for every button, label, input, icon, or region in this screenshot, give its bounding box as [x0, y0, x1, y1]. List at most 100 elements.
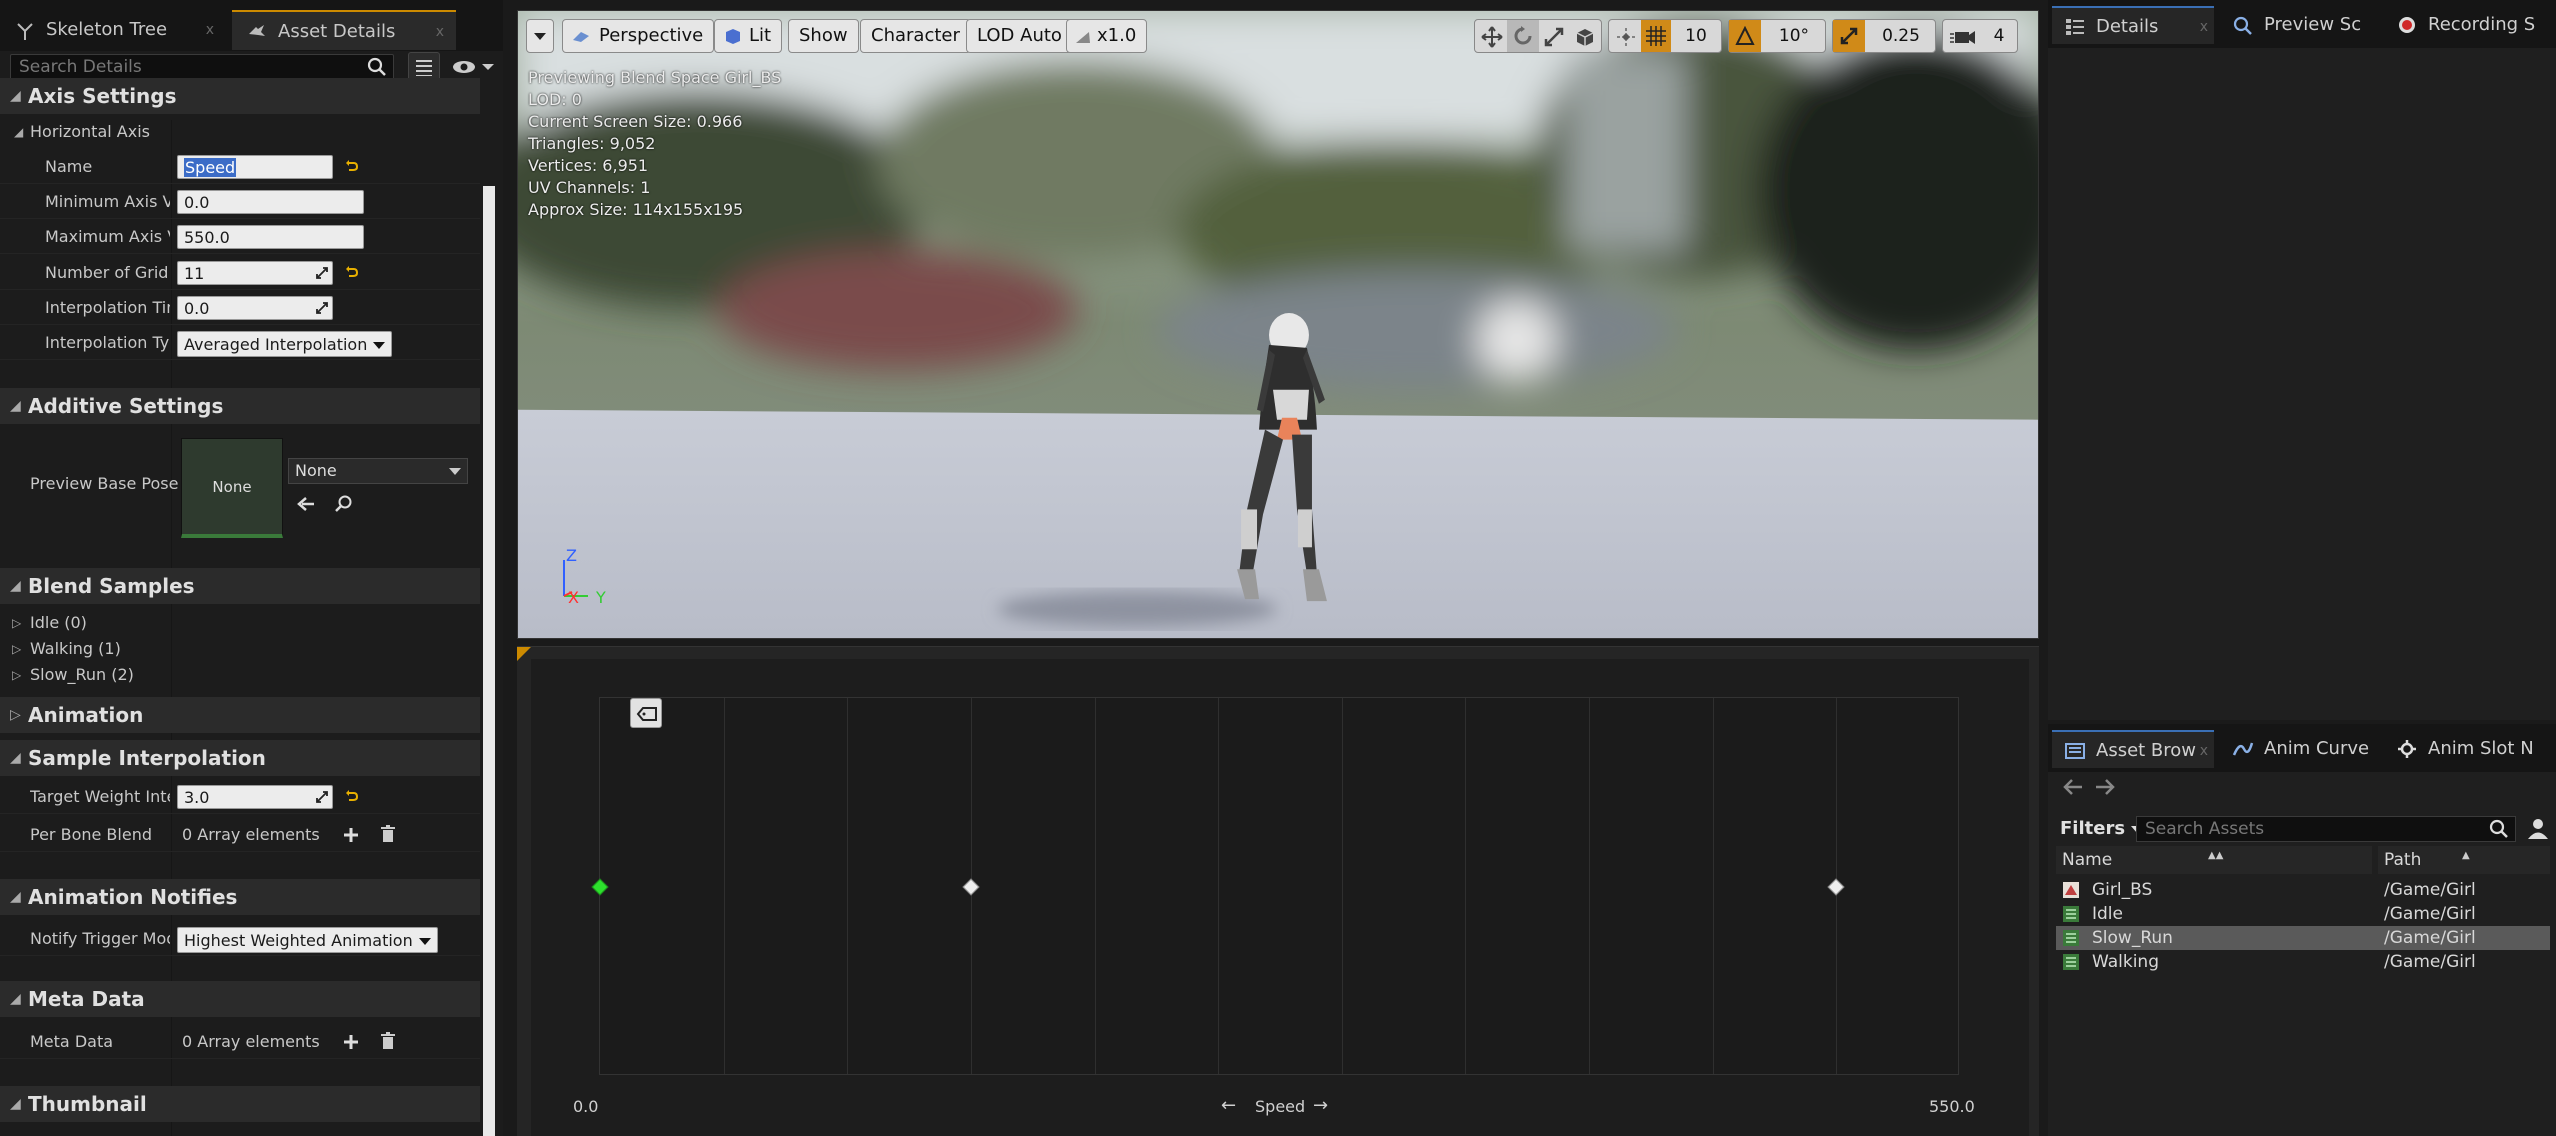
trash-icon[interactable] [380, 1032, 396, 1050]
details-scrollbar[interactable] [483, 186, 495, 1136]
animation-notifies-header[interactable]: ◢ Animation Notifies [0, 879, 480, 915]
interp-type-dropdown[interactable]: Averaged Interpolation [177, 331, 393, 357]
rotation-snap-toggle[interactable] [1729, 20, 1761, 52]
lit-button[interactable]: Lit [714, 19, 783, 53]
show-tooltips-button[interactable] [630, 698, 662, 728]
tab-preview-scene[interactable]: Preview Sc [2220, 6, 2380, 44]
grid-divisions-field[interactable]: 11 [177, 261, 333, 285]
camera-speed-text: 4 [1993, 26, 2005, 46]
sample-interpolation-header[interactable]: ◢ Sample Interpolation [0, 740, 480, 776]
asset-path: /Game/Girl [2384, 928, 2476, 948]
column-header-path[interactable]: Path ▲ [2378, 846, 2550, 874]
thumbnail-header[interactable]: ◢ Thumbnail [0, 1086, 480, 1122]
add-element-icon[interactable] [342, 1033, 360, 1051]
trash-icon[interactable] [380, 825, 396, 843]
search-details-input[interactable]: Search Details [10, 54, 394, 80]
use-selected-arrow-icon[interactable] [296, 494, 316, 514]
lit-cube-icon [726, 29, 740, 44]
interp-type-row: Interpolation Type Averaged Interpolatio… [0, 326, 480, 360]
drag-spinner-icon[interactable] [315, 790, 329, 804]
grid-line [1589, 698, 1590, 1074]
blend-sample-point[interactable] [1827, 878, 1845, 896]
sample-label: Walking (1) [30, 639, 121, 658]
grid-snap-value[interactable]: 10 [1673, 20, 1719, 52]
notify-trigger-dropdown[interactable]: Highest Weighted Animation [177, 927, 438, 953]
camera-speed-group[interactable]: 4 [1942, 19, 2018, 53]
reset-to-default-icon[interactable] [344, 788, 360, 804]
playback-speed-button[interactable]: x1.0 [1066, 19, 1148, 53]
view-options-button[interactable] [448, 54, 498, 80]
axis-right-arrow: → [1313, 1095, 1329, 1116]
add-element-icon[interactable] [342, 826, 360, 844]
drag-spinner-icon[interactable] [315, 301, 329, 315]
reset-to-default-icon[interactable] [344, 158, 360, 174]
scale-snap-toggle[interactable] [1833, 20, 1865, 52]
back-arrow-icon[interactable] [2062, 776, 2084, 798]
tab-details[interactable]: Details x [2052, 6, 2214, 44]
tab-recording-settings[interactable]: Recording S [2384, 6, 2552, 44]
blend-sample-item[interactable]: ▷ Slow_Run (2) [0, 662, 480, 688]
show-button[interactable]: Show [788, 19, 859, 53]
min-axis-field[interactable]: 0.0 [177, 190, 364, 214]
blend-samples-header[interactable]: ◢ Blend Samples [0, 568, 480, 604]
search-assets-input[interactable]: Search Assets [2136, 816, 2516, 842]
max-axis-field[interactable]: 550.0 [177, 225, 364, 249]
blend-sample-point[interactable] [962, 878, 980, 896]
column-header-name[interactable]: Name ▲▲ [2056, 846, 2372, 874]
target-weight-row: Target Weight Interp 3.0 [0, 780, 480, 814]
scale-tool-icon[interactable] [1543, 26, 1565, 48]
asset-thumbnail[interactable]: None [181, 438, 283, 538]
blend-space-canvas[interactable]: 0.0 550.0 ← Speed → [531, 659, 2029, 1136]
tab-asset-details[interactable]: Asset Details x [232, 10, 456, 50]
user-icon[interactable] [2526, 816, 2550, 840]
viewport-options-button[interactable] [526, 19, 554, 53]
reset-to-default-icon[interactable] [344, 264, 360, 280]
panel-corner-marker [517, 647, 531, 661]
blend-sample-point[interactable] [591, 878, 609, 896]
rotation-snap-value[interactable]: 10° [1765, 20, 1823, 52]
forward-arrow-icon[interactable] [2094, 776, 2116, 798]
surface-snap-icon[interactable] [1615, 26, 1637, 48]
blend-space-grid[interactable] [591, 697, 1959, 1075]
asset-row-selected[interactable]: Slow_Run /Game/Girl [2056, 926, 2550, 950]
tab-anim-slot-manager[interactable]: Anim Slot N [2384, 730, 2552, 768]
asset-picker-dropdown[interactable]: None [288, 458, 468, 484]
asset-path: /Game/Girl [2384, 880, 2476, 900]
asset-row[interactable]: Walking /Game/Girl [2056, 950, 2550, 974]
axis-name-field[interactable]: Speed [177, 155, 333, 179]
rotate-tool-button[interactable] [1507, 20, 1539, 52]
filters-button[interactable]: Filters [2060, 816, 2145, 842]
axis-settings-header[interactable]: ◢ Axis Settings [0, 78, 480, 114]
grid-snap-toggle[interactable] [1641, 20, 1671, 52]
tab-close-icon[interactable]: x [206, 10, 214, 50]
browse-search-icon[interactable] [334, 494, 354, 514]
stat-line: UV Channels: 1 [528, 178, 651, 197]
grid-line [1713, 698, 1714, 1074]
perspective-button[interactable]: Perspective [562, 19, 715, 53]
tab-close-icon[interactable]: x [436, 12, 444, 52]
move-tool-icon[interactable] [1481, 26, 1503, 48]
asset-row[interactable]: Girl_BS /Game/Girl [2056, 878, 2550, 902]
interp-time-field[interactable]: 0.0 [177, 296, 333, 320]
target-weight-field[interactable]: 3.0 [177, 785, 333, 809]
tab-close-icon[interactable]: x [2200, 732, 2208, 768]
character-button[interactable]: Character [860, 19, 971, 53]
horizontal-axis-subheader[interactable]: ◢ Horizontal Axis [0, 117, 480, 147]
tab-skeleton-tree[interactable]: Skeleton Tree x [0, 10, 226, 50]
lod-button[interactable]: LOD Auto [966, 19, 1073, 53]
preview-viewport[interactable]: Perspective Lit Show Character LOD Auto … [517, 10, 2039, 639]
blend-sample-item[interactable]: ▷ Idle (0) [0, 610, 480, 636]
tab-anim-curves[interactable]: Anim Curve [2220, 730, 2380, 768]
animation-asset-icon [2063, 954, 2079, 970]
additive-settings-header[interactable]: ◢ Additive Settings [0, 388, 480, 424]
drag-spinner-icon[interactable] [315, 266, 329, 280]
asset-browser-tab-bar: Asset Brow x Anim Curve Anim Slot N [2048, 724, 2556, 772]
scale-snap-value[interactable]: 0.25 [1869, 20, 1933, 52]
asset-row[interactable]: Idle /Game/Girl [2056, 902, 2550, 926]
tab-close-icon[interactable]: x [2200, 8, 2208, 44]
meta-data-header[interactable]: ◢ Meta Data [0, 981, 480, 1017]
tab-asset-browser[interactable]: Asset Brow x [2052, 730, 2214, 768]
animation-header[interactable]: ▷ Animation [0, 697, 480, 733]
world-local-icon[interactable] [1573, 25, 1597, 49]
blend-sample-item[interactable]: ▷ Walking (1) [0, 636, 480, 662]
